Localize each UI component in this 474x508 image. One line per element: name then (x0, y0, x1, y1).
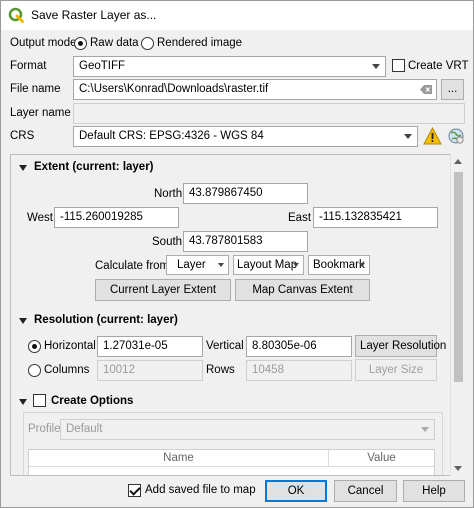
calc-from-layout-map-label: Layout Map (237, 259, 298, 271)
create-options-table[interactable]: Name Value (28, 449, 435, 475)
vertical-label: Vertical (206, 340, 244, 352)
calc-from-layer-label: Layer (177, 259, 206, 271)
add-to-map-label[interactable]: Add saved file to map (145, 482, 256, 498)
columns-radio[interactable] (28, 364, 41, 377)
rows-input[interactable]: 10458 (246, 360, 352, 381)
collapse-create-options-icon[interactable] (19, 399, 27, 405)
browse-button[interactable]: ... (441, 79, 464, 100)
chevron-down-icon (372, 64, 380, 69)
horizontal-resolution-value: 1.27031e-05 (103, 340, 168, 352)
window-title: Save Raster Layer as... (31, 8, 157, 22)
warning-icon (423, 127, 442, 145)
east-input[interactable]: -115.132835421 (313, 207, 438, 228)
profile-value: Default (66, 423, 103, 435)
layer-resolution-button[interactable]: Layer Resolution (355, 335, 446, 357)
options-scroll-area[interactable]: Extent (current: layer) North 43.8798674… (10, 154, 465, 476)
raw-data-label[interactable]: Raw data (90, 35, 139, 51)
rendered-image-radio[interactable] (141, 37, 154, 50)
rows-value: 10458 (252, 364, 284, 376)
calc-from-bookmark-label: Bookmark (313, 259, 365, 271)
profile-select[interactable]: Default (60, 419, 435, 440)
crs-label: CRS (10, 130, 35, 142)
columns-value: 10012 (103, 364, 135, 376)
north-value: 43.879867450 (189, 187, 263, 199)
vertical-resolution-value: 8.80305e-06 (252, 340, 317, 352)
rendered-image-label[interactable]: Rendered image (157, 35, 242, 51)
create-options-section-title[interactable]: Create Options (51, 393, 133, 409)
west-label: West (27, 212, 53, 224)
format-select[interactable]: GeoTIFF (73, 56, 386, 77)
rows-label: Rows (206, 364, 235, 376)
calc-from-bookmark-button[interactable]: Bookmark (308, 255, 370, 275)
resolution-section-title[interactable]: Resolution (current: layer) (34, 312, 178, 328)
scroll-up-arrow-icon[interactable] (454, 159, 462, 164)
help-button[interactable]: Help (403, 480, 465, 502)
ok-button[interactable]: OK (265, 480, 327, 502)
cancel-button[interactable]: Cancel (334, 480, 397, 502)
qgis-logo-icon (8, 7, 24, 23)
create-vrt-label[interactable]: Create VRT (408, 58, 469, 74)
west-input[interactable]: -115.260019285 (54, 207, 179, 228)
add-to-map-checkbox[interactable] (128, 484, 141, 497)
scroll-down-arrow-icon[interactable] (454, 466, 462, 471)
format-label: Format (10, 60, 47, 72)
layer-name-label: Layer name (10, 107, 71, 119)
calc-from-layout-map-button[interactable]: Layout Map (233, 255, 304, 275)
east-label: East (288, 212, 312, 224)
vertical-scrollbar[interactable] (450, 154, 465, 476)
east-value: -115.132835421 (319, 211, 402, 223)
extent-section-title[interactable]: Extent (current: layer) (34, 159, 154, 175)
calculate-from-label: Calculate from (95, 260, 170, 272)
map-canvas-extent-button[interactable]: Map Canvas Extent (235, 279, 370, 301)
value-column-header[interactable]: Value (329, 450, 434, 467)
profile-label: Profile (28, 423, 61, 435)
collapse-resolution-icon[interactable] (19, 318, 27, 324)
raw-data-radio[interactable] (74, 37, 87, 50)
current-layer-extent-button[interactable]: Current Layer Extent (95, 279, 231, 301)
file-name-label: File name (10, 83, 61, 95)
file-name-value: C:\Users\Konrad\Downloads\raster.tif (79, 83, 269, 95)
horizontal-resolution-input[interactable]: 1.27031e-05 (97, 336, 203, 357)
save-raster-dialog: Save Raster Layer as... Output mode Raw … (0, 0, 474, 508)
title-bar: Save Raster Layer as... (1, 1, 473, 30)
chevron-down-icon (218, 263, 224, 267)
calc-from-layer-button[interactable]: Layer (166, 255, 229, 275)
horizontal-label[interactable]: Horizontal (44, 338, 96, 354)
horizontal-radio[interactable] (28, 340, 41, 353)
file-name-input[interactable]: C:\Users\Konrad\Downloads\raster.tif (73, 79, 437, 100)
chevron-down-icon (421, 427, 429, 432)
vertical-resolution-input[interactable]: 8.80305e-06 (246, 336, 352, 357)
west-value: -115.260019285 (60, 211, 143, 223)
crs-value: Default CRS: EPSG:4326 - WGS 84 (79, 130, 264, 142)
north-label: North (154, 188, 183, 200)
output-mode-label: Output mode (10, 37, 77, 49)
format-value: GeoTIFF (79, 60, 126, 72)
crs-select[interactable]: Default CRS: EPSG:4326 - WGS 84 (73, 126, 418, 147)
name-column-header[interactable]: Name (29, 450, 329, 467)
collapse-extent-icon[interactable] (19, 165, 27, 171)
layer-size-button[interactable]: Layer Size (355, 359, 437, 381)
select-crs-globe-icon[interactable] (447, 127, 465, 145)
columns-label[interactable]: Columns (44, 362, 89, 378)
create-vrt-checkbox[interactable] (392, 59, 405, 72)
chevron-down-icon (293, 263, 299, 267)
chevron-down-icon (404, 134, 412, 139)
south-label: South (152, 236, 183, 248)
columns-input[interactable]: 10012 (97, 360, 203, 381)
south-value: 43.787801583 (189, 235, 263, 247)
south-input[interactable]: 43.787801583 (183, 231, 308, 252)
clear-field-icon[interactable] (420, 85, 432, 94)
chevron-down-icon (359, 263, 365, 267)
layer-name-input[interactable] (73, 103, 465, 124)
create-options-checkbox[interactable] (33, 394, 46, 407)
north-input[interactable]: 43.879867450 (183, 183, 308, 204)
scrollbar-thumb[interactable] (454, 172, 463, 382)
